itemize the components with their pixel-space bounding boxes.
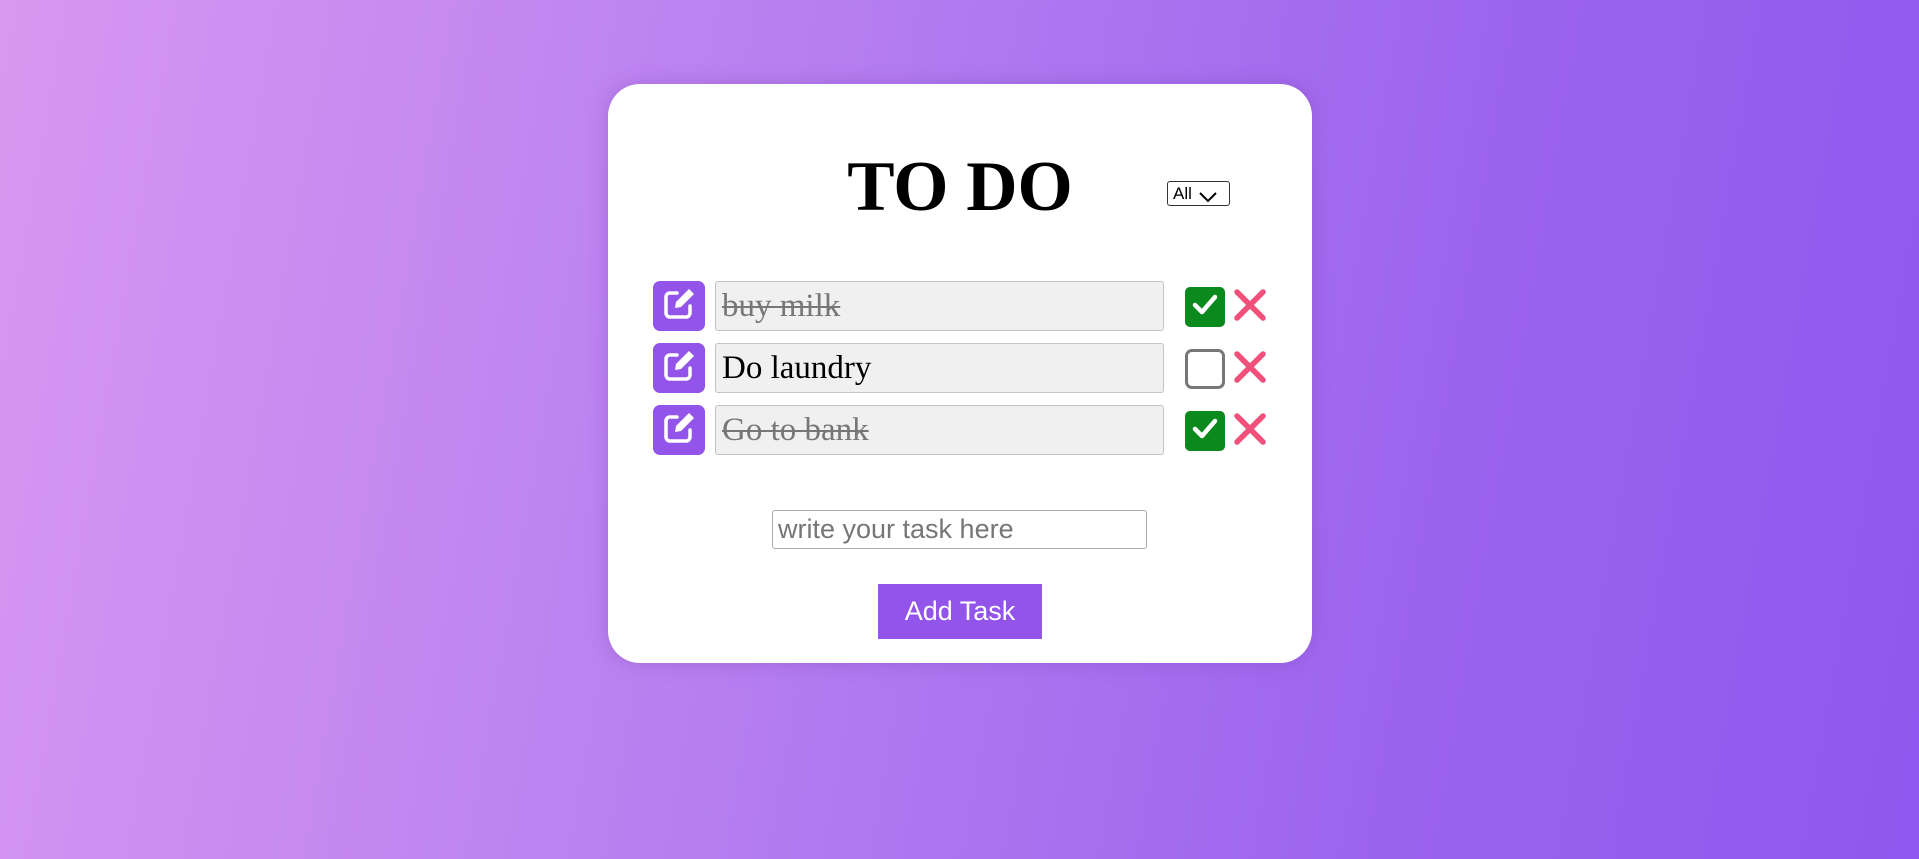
- add-task-button[interactable]: Add Task: [878, 584, 1042, 639]
- todo-card: TO DO All buy milk Do laundry Go to bank…: [608, 84, 1312, 663]
- edit-icon: [660, 285, 698, 328]
- complete-checkbox-unchecked[interactable]: [1185, 349, 1225, 389]
- cross-icon: [1232, 287, 1268, 328]
- filter-selected-value: All: [1173, 183, 1192, 203]
- task-text[interactable]: Go to bank: [715, 405, 1164, 455]
- edit-button[interactable]: [653, 281, 705, 331]
- edit-button[interactable]: [653, 405, 705, 455]
- task-text[interactable]: Do laundry: [715, 343, 1164, 393]
- delete-button[interactable]: [1230, 411, 1270, 451]
- delete-button[interactable]: [1230, 287, 1270, 327]
- complete-checkbox-checked[interactable]: [1185, 287, 1225, 327]
- cross-icon: [1232, 411, 1268, 452]
- edit-button[interactable]: [653, 343, 705, 393]
- new-task-input[interactable]: [772, 510, 1147, 549]
- filter-select[interactable]: All: [1167, 181, 1230, 206]
- edit-icon: [660, 347, 698, 390]
- task-row: buy milk: [653, 281, 1273, 333]
- checkmark-icon: [1191, 415, 1219, 448]
- task-text[interactable]: buy milk: [715, 281, 1164, 331]
- delete-button[interactable]: [1230, 349, 1270, 389]
- edit-icon: [660, 409, 698, 452]
- cross-icon: [1232, 349, 1268, 390]
- checkmark-icon: [1191, 291, 1219, 324]
- chevron-down-icon: [1198, 188, 1218, 202]
- task-row: Go to bank: [653, 405, 1273, 457]
- task-row: Do laundry: [653, 343, 1273, 395]
- complete-checkbox-checked[interactable]: [1185, 411, 1225, 451]
